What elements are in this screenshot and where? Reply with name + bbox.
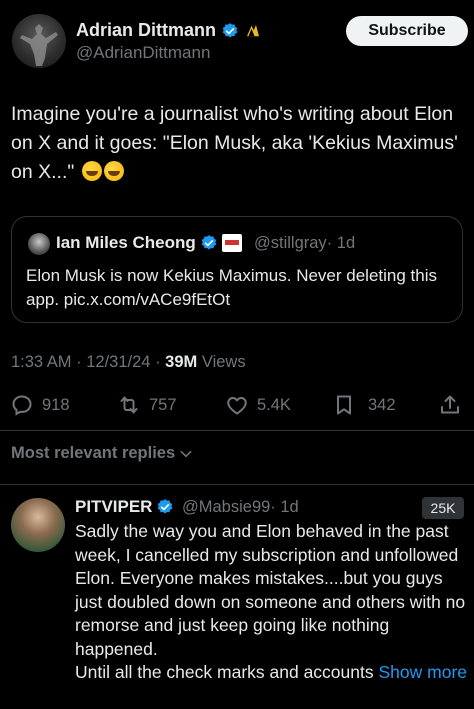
share-button[interactable] [438,388,462,422]
reply-author-name[interactable]: PITVIPER [75,497,152,517]
tweet-time[interactable]: 1:33 AM [11,353,72,371]
quote-handle-time: @stillgray· 1d [254,234,355,253]
bookmark-count: 342 [368,395,396,414]
bookmark-button[interactable]: 342 [332,388,396,422]
tweet-date[interactable]: 12/31/24 [86,353,150,371]
reply-author-handle[interactable]: @Mabsie99 [182,498,270,516]
verified-badge-icon [222,22,238,38]
reply-icon [12,395,32,416]
affiliation-icon [245,23,261,38]
bookmark-icon [337,395,351,415]
repost-count: 757 [149,395,177,414]
quote-time: · 1d [326,234,356,252]
author-handle[interactable]: @AdrianDittmann [76,43,210,63]
quote-author-name-row: Ian Miles Cheong [56,233,242,253]
reply-count: 918 [42,395,70,414]
statue-image [20,24,58,66]
quote-text: Elon Musk is now Kekius Maximus. Never d… [26,266,437,309]
share-icon [441,395,459,414]
show-more-link[interactable]: Show more [379,662,468,682]
replies-sort-dropdown[interactable]: Most relevant replies [11,444,193,463]
affiliation-badge-icon [221,234,242,252]
tweet-text: Imagine you're a journalist who's writin… [11,100,463,187]
meta-separator: · [155,353,161,371]
rolling-laughing-emoji-icon [81,161,102,181]
like-count: 5.4K [257,395,291,414]
reply-badge: 25K [422,497,464,519]
tweet-actions: 918 757 5.4K 342 [0,388,474,422]
sort-label: Most relevant replies [11,444,176,462]
reply-button[interactable]: 918 [10,388,70,422]
reply-text-continued: Until all the check marks and accounts [75,662,374,682]
repost-button[interactable]: 757 [117,388,177,422]
author-name-row[interactable]: Adrian Dittmann [76,20,262,41]
heart-icon [227,397,247,415]
reply-author-name-row[interactable]: PITVIPER [75,497,174,517]
tweet-text-body: Imagine you're a journalist who's writin… [11,103,458,183]
like-button[interactable]: 5.4K [225,388,291,422]
views-count: 39M [165,353,198,371]
quote-author-avatar [28,233,50,255]
rolling-laughing-emoji-icon [103,161,124,181]
views-label: Views [201,353,246,371]
reply-text-body: Sadly the way you and Elon behaved in th… [75,521,466,659]
divider [0,430,474,431]
reply-author-avatar[interactable] [11,498,65,552]
reply-handle-time[interactable]: @Mabsie99· 1d [182,498,299,517]
meta-separator: · [76,353,82,371]
divider [0,484,474,485]
author-avatar[interactable] [12,14,66,68]
subscribe-button[interactable]: Subscribe [346,16,468,46]
tweet-meta: 1:33 AM · 12/31/24 · 39M Views [11,353,246,372]
chevron-down-icon [180,450,192,457]
quoted-tweet-card[interactable]: Ian Miles Cheong @stillgray· 1d Elon Mus… [11,216,463,323]
reply-text: Sadly the way you and Elon behaved in th… [75,520,467,685]
verified-badge-icon [201,235,217,250]
author-name[interactable]: Adrian Dittmann [76,20,216,41]
reply-time: · 1d [270,498,299,516]
repost-icon [120,396,138,414]
quote-author-name: Ian Miles Cheong [56,233,196,252]
quote-author-handle: @stillgray [254,234,327,252]
verified-badge-icon [158,499,173,514]
